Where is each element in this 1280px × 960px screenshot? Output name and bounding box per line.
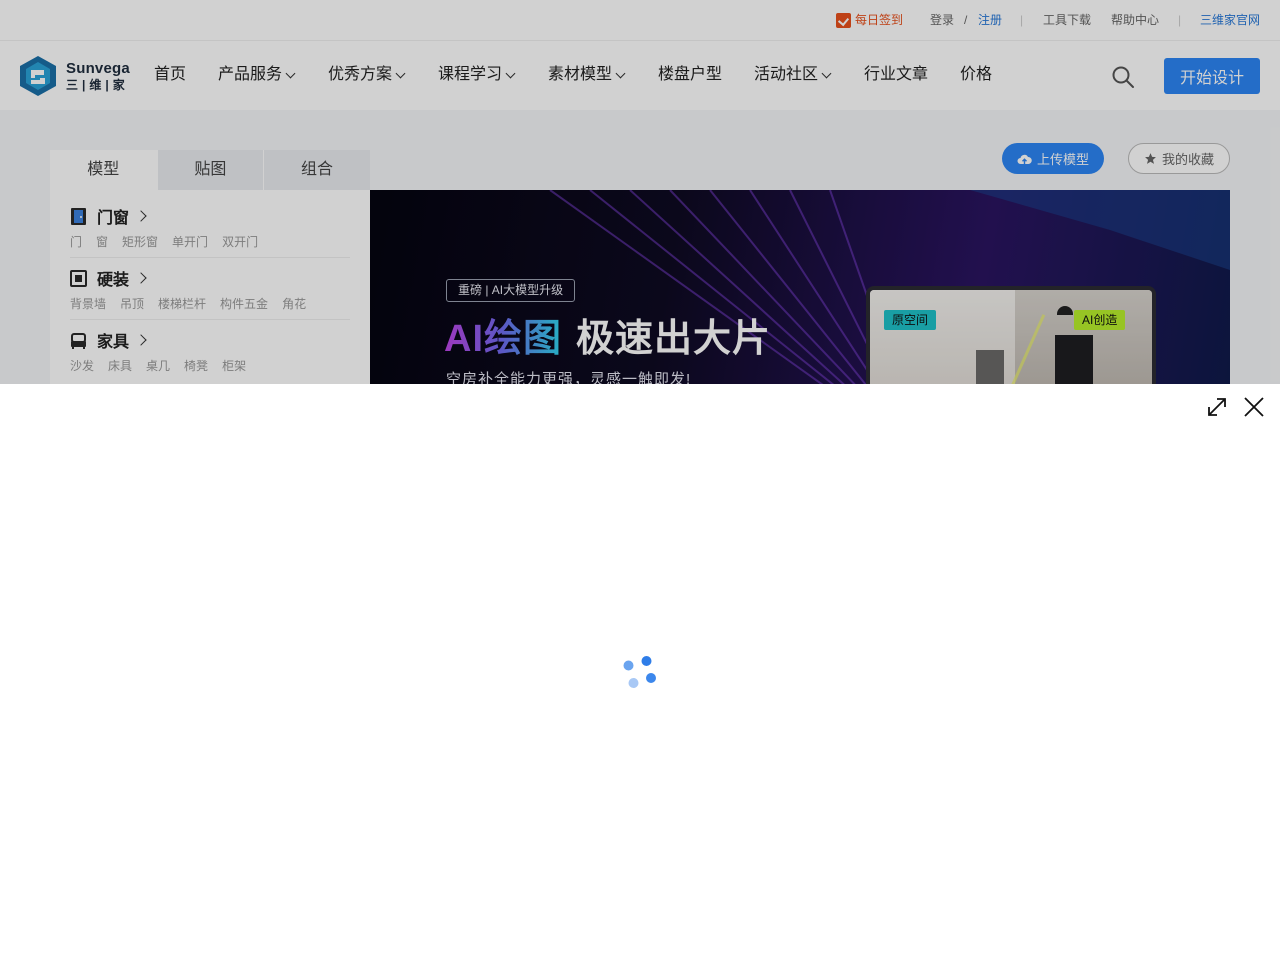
- close-icon[interactable]: [1241, 394, 1267, 420]
- modal-backdrop[interactable]: [0, 0, 1280, 384]
- loading-modal: [0, 384, 1280, 960]
- expand-icon[interactable]: [1204, 394, 1230, 420]
- loading-spinner-icon: [623, 656, 656, 688]
